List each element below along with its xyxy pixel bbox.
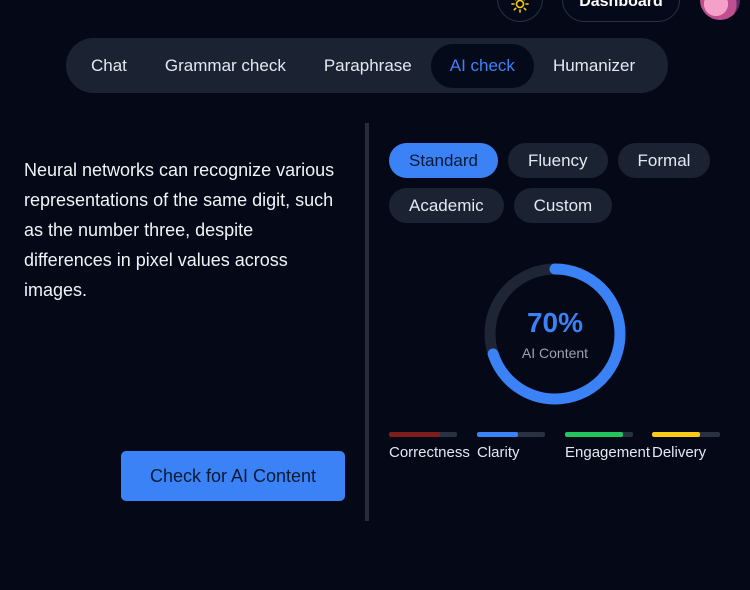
tab-ai-check[interactable]: AI check [430,43,534,88]
metric-bar [565,432,633,437]
panel-divider [365,123,369,521]
tab-paraphrase[interactable]: Paraphrase [305,44,431,88]
input-text[interactable]: Neural networks can recognize various re… [24,155,344,305]
metric-bar [477,432,545,437]
mode-row: Academic Custom [389,188,729,223]
metric-label: Correctness [389,444,470,461]
tool-tabs: Chat Grammar check Paraphrase AI check Human… [66,38,668,93]
check-ai-content-button[interactable]: Check for AI Content [121,451,345,501]
theme-toggle-button[interactable] [497,0,543,22]
metric-label: Engagement [565,444,651,461]
tab-humanizer[interactable]: Humanizer [534,44,654,88]
metric-label: Delivery [652,444,707,461]
metric-bar [389,432,457,437]
mode-custom[interactable]: Custom [513,188,613,223]
ai-score-value: 70% [526,307,584,338]
tab-grammar-check[interactable]: Grammar check [146,44,305,88]
ai-score-label: AI Content [521,345,589,361]
metric-bar-fill [477,432,518,437]
dashboard-button[interactable]: Dashboard [562,0,680,22]
mode-academic[interactable]: Academic [389,188,504,223]
mode-formal[interactable]: Formal [617,143,711,178]
metric-bar-fill [652,432,700,437]
mode-fluency[interactable]: Fluency [508,143,608,178]
mode-selector: Standard Fluency Formal Academic Custom [389,143,729,233]
metric-clarity: Clarity [477,432,545,461]
metric-bar [652,432,720,437]
metric-correctness: Correctness [389,432,470,461]
tab-chat[interactable]: Chat [72,44,146,88]
ai-check-page: Dashboard Chat Grammar check Paraphrase AI … [0,0,750,590]
metric-bar-fill [389,432,440,437]
metric-engagement: Engagement [565,432,650,461]
metric-label: Clarity [477,444,520,461]
mode-row: Standard Fluency Formal [389,143,729,178]
metric-bar-fill [565,432,623,437]
mode-standard[interactable]: Standard [389,143,498,178]
sun-icon [511,0,529,13]
metric-delivery: Delivery [652,432,720,461]
avatar[interactable] [700,0,740,20]
